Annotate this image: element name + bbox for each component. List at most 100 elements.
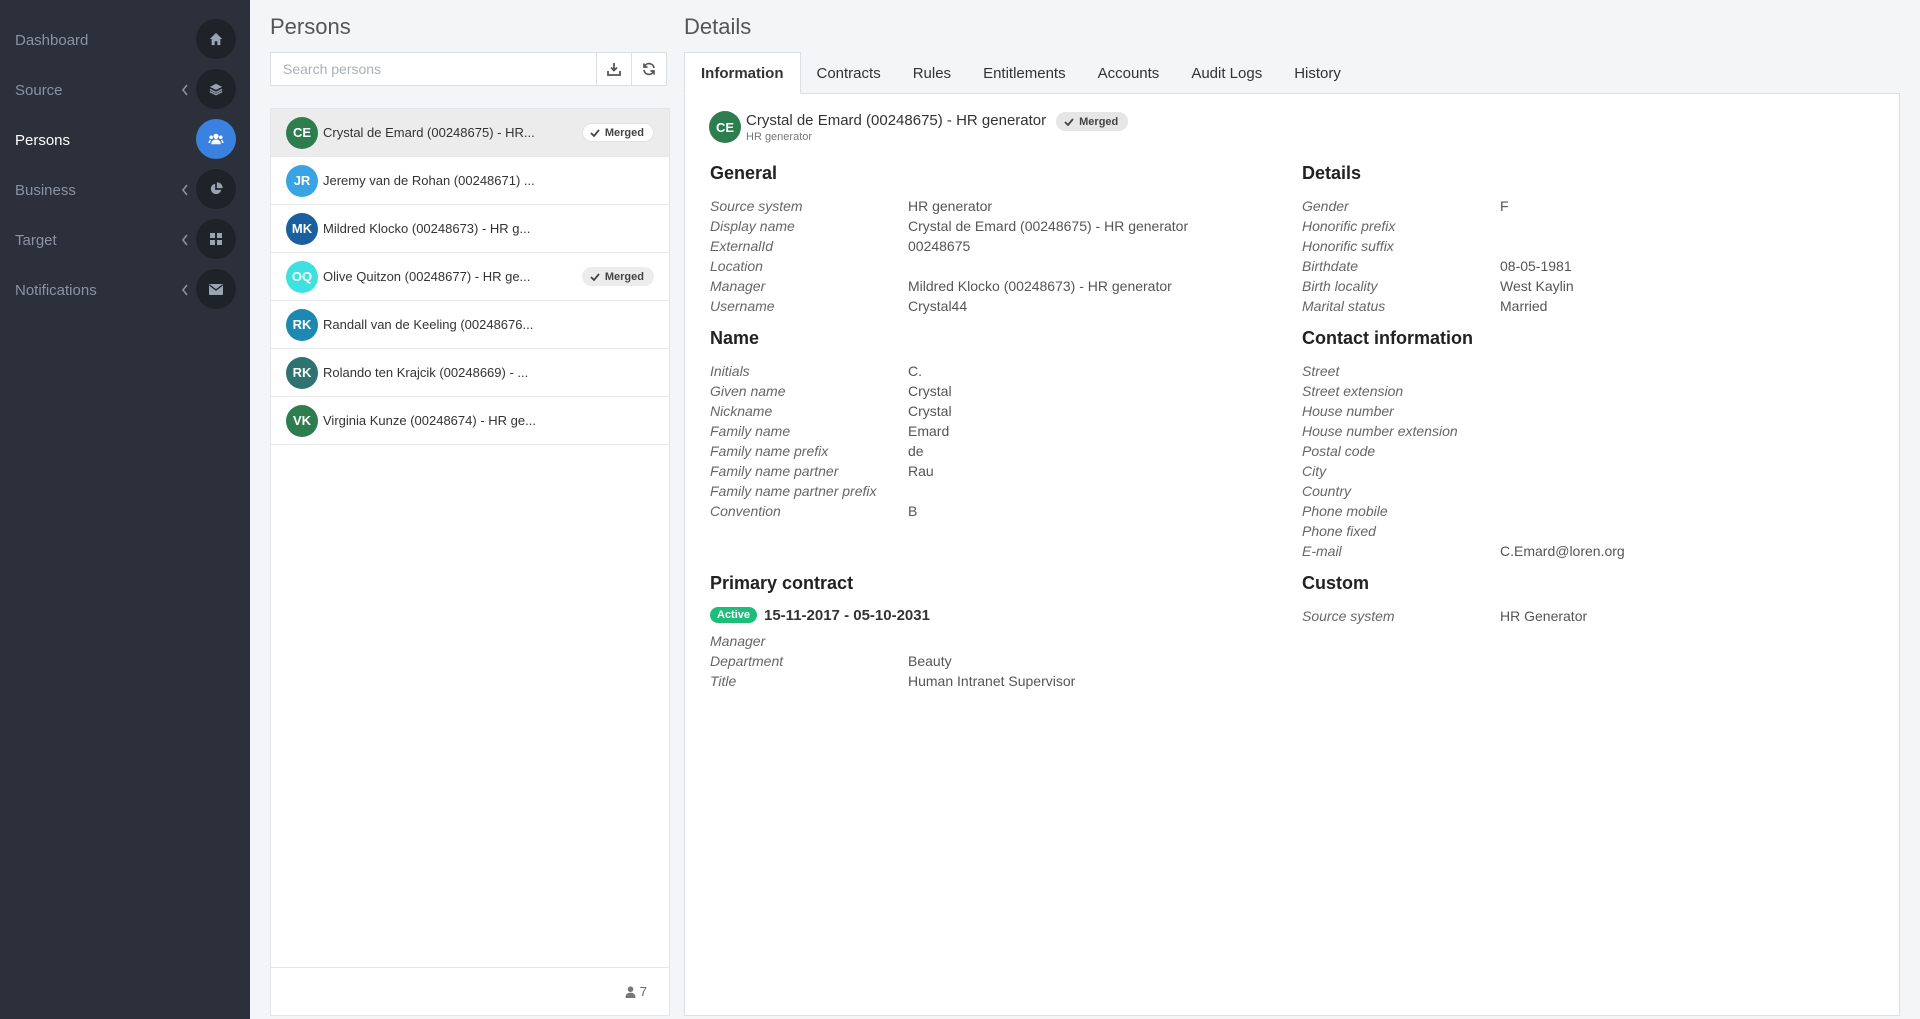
field-honorific-suffix: Honorific suffix <box>1302 236 1862 256</box>
list-item[interactable]: MK Mildred Klocko (00248673) - HR g... <box>271 205 669 253</box>
list-item[interactable]: RK Randall van de Keeling (00248676... <box>271 301 669 349</box>
field-label: Manager <box>710 633 766 649</box>
merged-label: Merged <box>1079 115 1119 128</box>
field-label: Country <box>1302 483 1352 499</box>
field-label: Gender <box>1302 198 1349 214</box>
field-label: City <box>1302 463 1327 479</box>
layers-icon <box>196 69 236 109</box>
field-value: Crystal <box>908 403 952 419</box>
merged-badge: Merged <box>581 267 654 286</box>
field-label: Family name <box>710 423 791 439</box>
field-house-number-extension: House number extension <box>1302 421 1862 441</box>
field-value: HR generator <box>908 198 993 214</box>
field-department: Department Beauty <box>710 651 1270 671</box>
field-label: Convention <box>710 503 781 519</box>
download-button[interactable] <box>596 52 632 86</box>
nav-item-business[interactable]: Business <box>0 165 250 215</box>
field-value: 00248675 <box>908 238 971 254</box>
field-birth-locality: Birth locality West Kaylin <box>1302 276 1862 296</box>
field-family-name-partner: Family name partner Rau <box>710 461 1270 481</box>
field-label: Source system <box>1302 608 1395 624</box>
nav-item-notifications[interactable]: Notifications <box>0 265 250 315</box>
field-label: Given name <box>710 383 786 399</box>
list-item[interactable]: JR Jeremy van de Rohan (00248671) ... <box>271 157 669 205</box>
field-phone-mobile: Phone mobile <box>1302 501 1862 521</box>
tab-audit-logs[interactable]: Audit Logs <box>1175 52 1278 94</box>
details-title: Details <box>684 14 752 39</box>
list-item[interactable]: CE Crystal de Emard (00248675) - HR... M… <box>271 109 669 157</box>
field-contract-manager: Manager <box>710 631 1270 651</box>
field-label: Username <box>710 298 775 314</box>
tab-information[interactable]: Information <box>684 52 801 94</box>
field-label: Family name prefix <box>710 443 829 459</box>
field-given-name: Given name Crystal <box>710 381 1270 401</box>
list-item[interactable]: RK Rolando ten Krajcik (00248669) - ... <box>271 349 669 397</box>
avatar: VK <box>286 404 318 437</box>
field-city: City <box>1302 461 1862 481</box>
nav-label: Dashboard <box>15 31 89 49</box>
grid-icon <box>196 219 236 259</box>
pie-chart-icon <box>196 169 236 209</box>
tab-accounts[interactable]: Accounts <box>1082 52 1176 94</box>
list-item[interactable]: VK Virginia Kunze (00248674) - HR ge... <box>271 397 669 445</box>
field-username: Username Crystal44 <box>710 296 1270 316</box>
check-icon <box>1064 117 1074 126</box>
field-label: Title <box>710 673 737 689</box>
field-value: Human Intranet Supervisor <box>908 673 1076 689</box>
tab-history[interactable]: History <box>1278 52 1357 94</box>
field-value: Crystal <box>908 383 952 399</box>
person-display-name: Crystal de Emard (00248675) - HR generat… <box>746 111 1047 129</box>
tab-contracts[interactable]: Contracts <box>801 52 897 94</box>
field-value: F <box>1500 198 1509 214</box>
field-label: Postal code <box>1302 443 1376 459</box>
field-value: 08-05-1981 <box>1500 258 1572 274</box>
field-family-name-prefix: Family name prefix de <box>710 441 1270 461</box>
chevron-left-icon <box>176 281 194 299</box>
user-icon <box>625 985 636 998</box>
download-icon <box>607 63 621 76</box>
nav-item-dashboard[interactable]: Dashboard <box>0 15 250 65</box>
field-street-extension: Street extension <box>1302 381 1862 401</box>
section-primary-contract-title: Primary contract <box>710 573 854 593</box>
field-value: Married <box>1500 298 1548 314</box>
section-name-title: Name <box>710 328 760 348</box>
field-label: Location <box>710 258 763 274</box>
field-label: Birthdate <box>1302 258 1359 274</box>
nav-item-persons[interactable]: Persons <box>0 115 250 165</box>
person-name: Jeremy van de Rohan (00248671) ... <box>323 173 535 188</box>
search-input[interactable] <box>270 52 596 86</box>
nav-label: Target <box>15 231 57 249</box>
field-label: Marital status <box>1302 298 1386 314</box>
field-value: C.Emard@loren.org <box>1500 543 1625 559</box>
persons-list: CE Crystal de Emard (00248675) - HR... M… <box>270 108 670 1016</box>
nav-label: Notifications <box>15 281 97 299</box>
section-custom-title: Custom <box>1302 573 1369 593</box>
check-icon <box>590 128 600 137</box>
refresh-button[interactable] <box>631 52 667 86</box>
field-label: Manager <box>710 278 766 294</box>
person-source: HR generator <box>746 130 813 143</box>
merged-label: Merged <box>604 126 644 139</box>
field-value: Beauty <box>908 653 952 669</box>
tab-entitlements[interactable]: Entitlements <box>967 52 1082 94</box>
field-family-name-partner-prefix: Family name partner prefix <box>710 481 1270 501</box>
field-label: Honorific suffix <box>1302 238 1394 254</box>
chevron-left-icon <box>176 231 194 249</box>
check-icon <box>590 272 600 281</box>
list-item[interactable]: OQ Olive Quitzon (00248677) - HR ge... M… <box>271 253 669 301</box>
avatar: OQ <box>286 260 318 293</box>
field-email: E-mail C.Emard@loren.org <box>1302 541 1862 561</box>
field-street: Street <box>1302 361 1862 381</box>
field-label: Honorific prefix <box>1302 218 1396 234</box>
nav-item-target[interactable]: Target <box>0 215 250 265</box>
avatar: RK <box>286 356 318 389</box>
field-value: C. <box>908 363 922 379</box>
field-marital-status: Marital status Married <box>1302 296 1862 316</box>
tab-rules[interactable]: Rules <box>897 52 967 94</box>
person-header: CE Crystal de Emard (00248675) - HR gene… <box>709 111 1129 143</box>
home-icon <box>196 19 236 59</box>
field-value: Rau <box>908 463 934 479</box>
nav-item-source[interactable]: Source <box>0 65 250 115</box>
person-name: Mildred Klocko (00248673) - HR g... <box>323 221 531 236</box>
field-label: House number extension <box>1302 423 1458 439</box>
